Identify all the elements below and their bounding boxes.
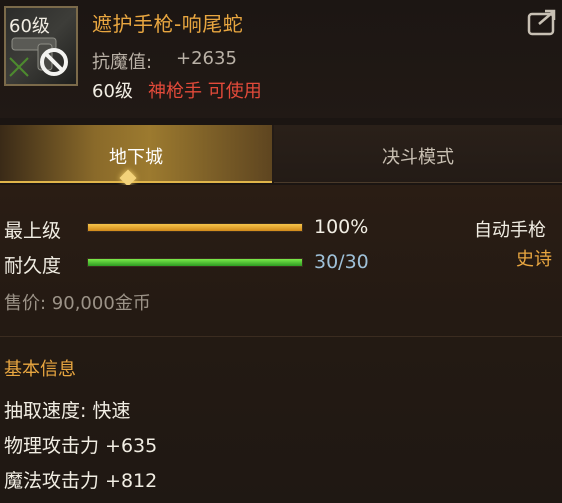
grade-bar (87, 223, 303, 232)
grade-value: 100% (314, 216, 369, 238)
tab-dungeon-label: 地下城 (109, 147, 163, 168)
required-class: 神枪手 可使用 (148, 81, 262, 102)
attribute-line: 物理攻击力 +635 (4, 435, 158, 457)
section-divider (0, 336, 562, 337)
grade-label: 最上级 (4, 220, 62, 242)
item-name: 遮护手枪-响尾蛇 (92, 12, 244, 36)
resist-label: 抗魔值: (92, 52, 153, 73)
grade-bar-fill (88, 224, 302, 231)
item-subtype: 自动手枪 (474, 220, 546, 241)
durability-bar (87, 258, 303, 267)
basic-info-title: 基本信息 (4, 359, 76, 380)
item-header: 60级 遮护手枪-响尾蛇 抗魔值: +2635 60级 神枪手 可使用 (0, 0, 562, 118)
tab-dungeon[interactable]: 地下城 (0, 125, 272, 183)
resist-value: +2635 (176, 48, 237, 69)
item-icon-frame[interactable]: 60级 (4, 6, 78, 86)
attribute-line: 抽取速度: 快速 (4, 400, 131, 422)
item-rarity: 史诗 (516, 249, 552, 270)
pistol-icon (9, 37, 68, 77)
tab-duel[interactable]: 决斗模式 (274, 125, 562, 183)
attribute-line: 魔法攻击力 +812 (4, 470, 158, 492)
durability-value: 30/30 (314, 251, 369, 273)
share-icon[interactable] (527, 8, 559, 36)
durability-label: 耐久度 (4, 255, 62, 277)
tab-duel-label: 决斗模式 (382, 147, 454, 168)
durability-bar-fill (88, 259, 302, 266)
required-level: 60级 (92, 81, 133, 102)
mode-tabs: 地下城 决斗模式 (0, 125, 562, 183)
sell-price: 售价: 90,000金币 (4, 293, 151, 314)
